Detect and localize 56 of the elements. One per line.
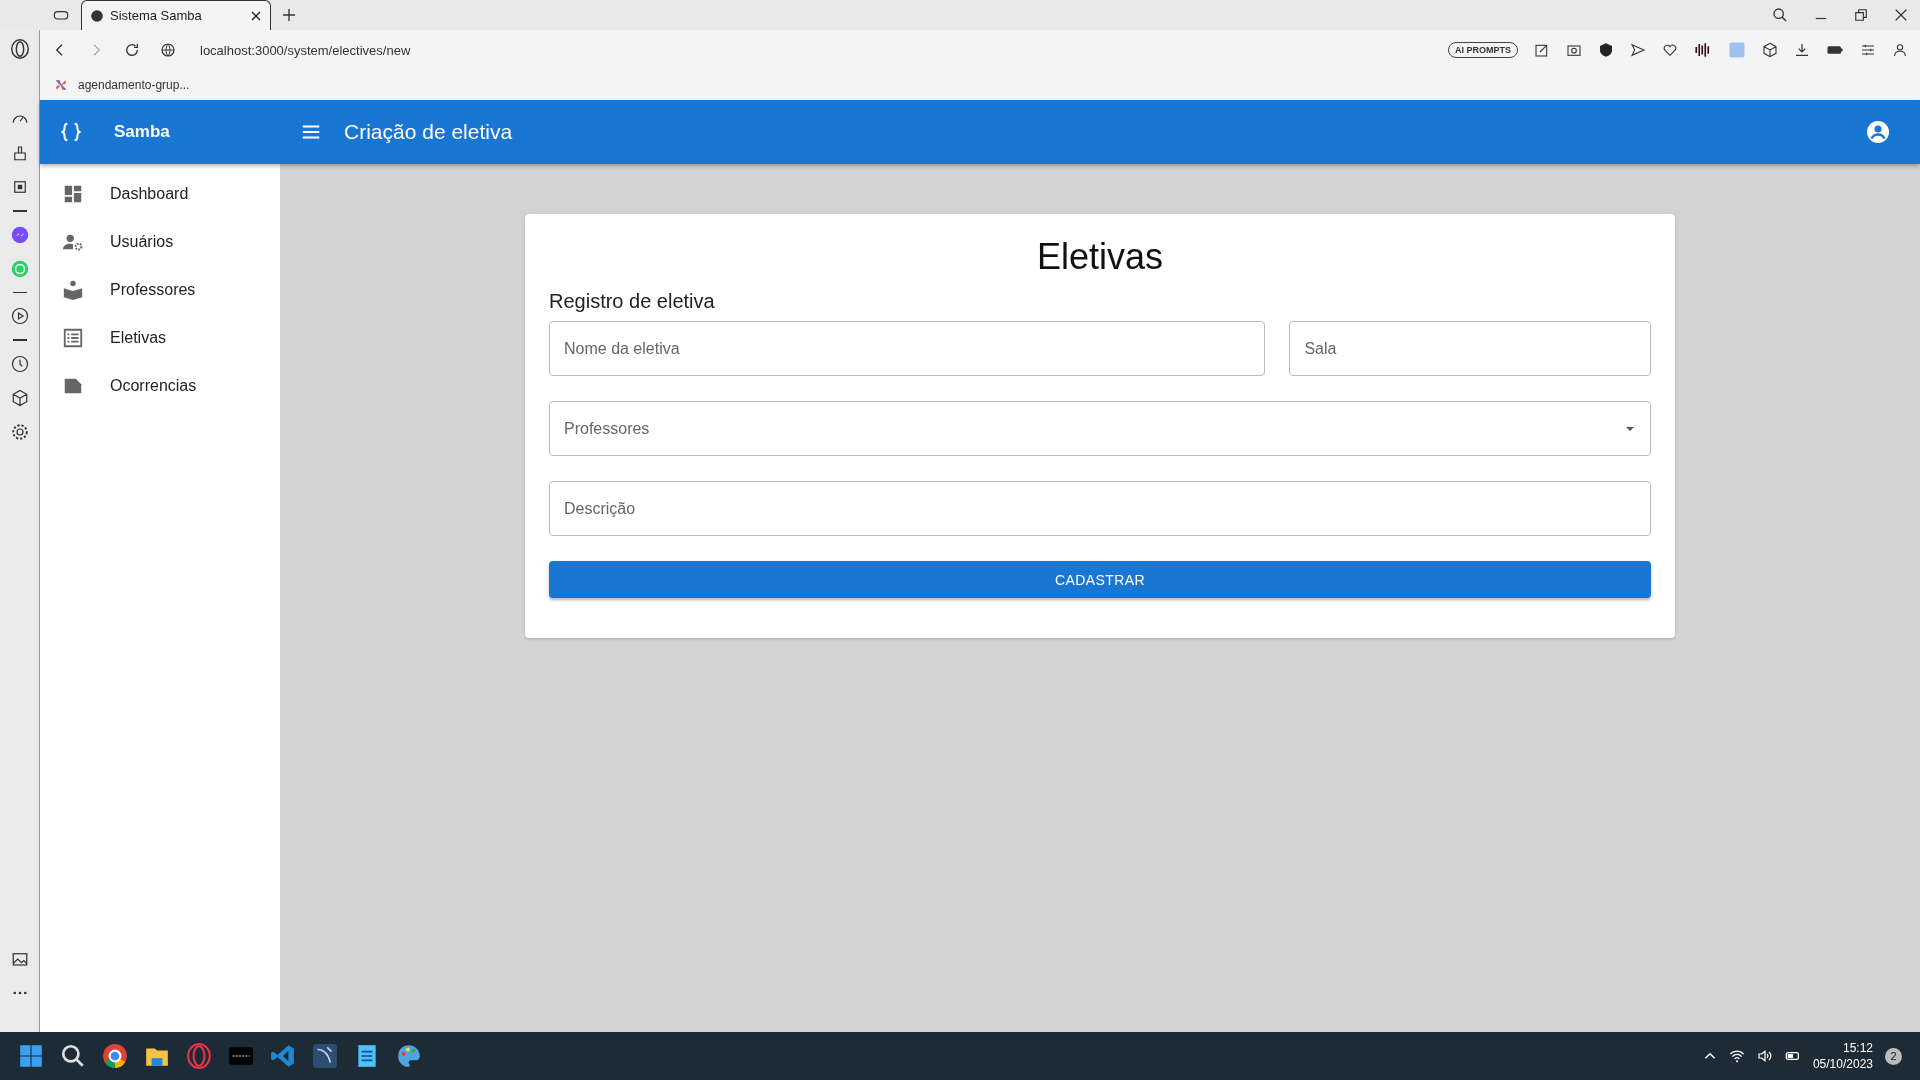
edit-icon[interactable] xyxy=(1534,42,1550,58)
chrome-icon[interactable] xyxy=(102,1043,128,1069)
messenger-icon[interactable] xyxy=(10,225,29,244)
close-icon[interactable] xyxy=(1894,8,1908,22)
list-icon xyxy=(62,327,84,349)
teacher-icon xyxy=(62,279,84,301)
speaker-icon[interactable] xyxy=(1756,1048,1773,1064)
nav-item[interactable]: Professores xyxy=(40,266,280,314)
nav-item[interactable]: Eletivas xyxy=(40,314,280,362)
form-title: Eletivas xyxy=(1035,236,1165,278)
search-icon[interactable] xyxy=(60,1043,86,1069)
nav-item[interactable]: Ocorrencias xyxy=(40,362,280,410)
address-bar-url[interactable]: localhost:3000/system/electives/new xyxy=(200,42,411,58)
paint-icon[interactable] xyxy=(396,1043,422,1069)
sound-wave-icon[interactable] xyxy=(1694,41,1712,59)
shield-icon[interactable] xyxy=(1598,42,1614,58)
restore-icon[interactable] xyxy=(1854,8,1868,22)
settings-icon[interactable] xyxy=(10,422,29,441)
heart-icon[interactable] xyxy=(1662,42,1678,58)
sliders-icon[interactable] xyxy=(1860,42,1876,58)
play-icon[interactable] xyxy=(10,307,29,325)
send-icon[interactable] xyxy=(1630,42,1646,58)
code-editor-icon[interactable] xyxy=(270,1043,296,1069)
cube-icon[interactable] xyxy=(10,388,29,407)
cube-icon[interactable] xyxy=(1762,42,1778,58)
app-brand: Samba xyxy=(114,122,170,142)
browser-tab[interactable]: Sistema Samba xyxy=(81,0,271,30)
input-field[interactable]: Descrição xyxy=(549,481,1651,536)
reload-icon[interactable] xyxy=(124,42,140,58)
taskbar-clock[interactable]: 15:12 05/10/2023 xyxy=(1812,1040,1873,1072)
close-icon[interactable] xyxy=(250,9,262,22)
select-field[interactable]: Professores xyxy=(549,401,1651,456)
nav-item[interactable]: Usuários xyxy=(40,218,280,266)
clock-icon[interactable] xyxy=(10,354,29,373)
input-field[interactable]: Sala xyxy=(1289,321,1651,376)
submit-button[interactable]: CADASTRAR xyxy=(549,561,1651,598)
bookmark-link[interactable]: agendamento-grup... xyxy=(78,78,190,92)
nav-item[interactable]: Dashboard xyxy=(40,170,280,218)
braces-icon xyxy=(60,121,82,143)
user-icon[interactable] xyxy=(1892,42,1908,58)
account-icon[interactable] xyxy=(1866,120,1890,144)
form-subtitle: Registro de eletiva xyxy=(549,290,716,313)
image-icon[interactable] xyxy=(10,950,29,968)
download-icon[interactable] xyxy=(1794,42,1810,58)
search-icon[interactable] xyxy=(1772,7,1788,23)
input-field[interactable]: Nome da eletiva xyxy=(549,321,1266,376)
dashboard-icon xyxy=(62,183,84,205)
opera-icon[interactable] xyxy=(186,1043,212,1069)
page-title: Criação de eletiva xyxy=(344,120,513,144)
start-icon[interactable] xyxy=(18,1043,44,1069)
notification-count[interactable]: 2 xyxy=(1885,1047,1902,1065)
camera-icon[interactable] xyxy=(1566,42,1582,58)
pinwheel-icon[interactable] xyxy=(54,78,68,92)
opera-logo-icon[interactable] xyxy=(8,38,31,60)
new-tab-icon[interactable] xyxy=(281,7,297,23)
wifi-icon[interactable] xyxy=(1728,1048,1745,1064)
